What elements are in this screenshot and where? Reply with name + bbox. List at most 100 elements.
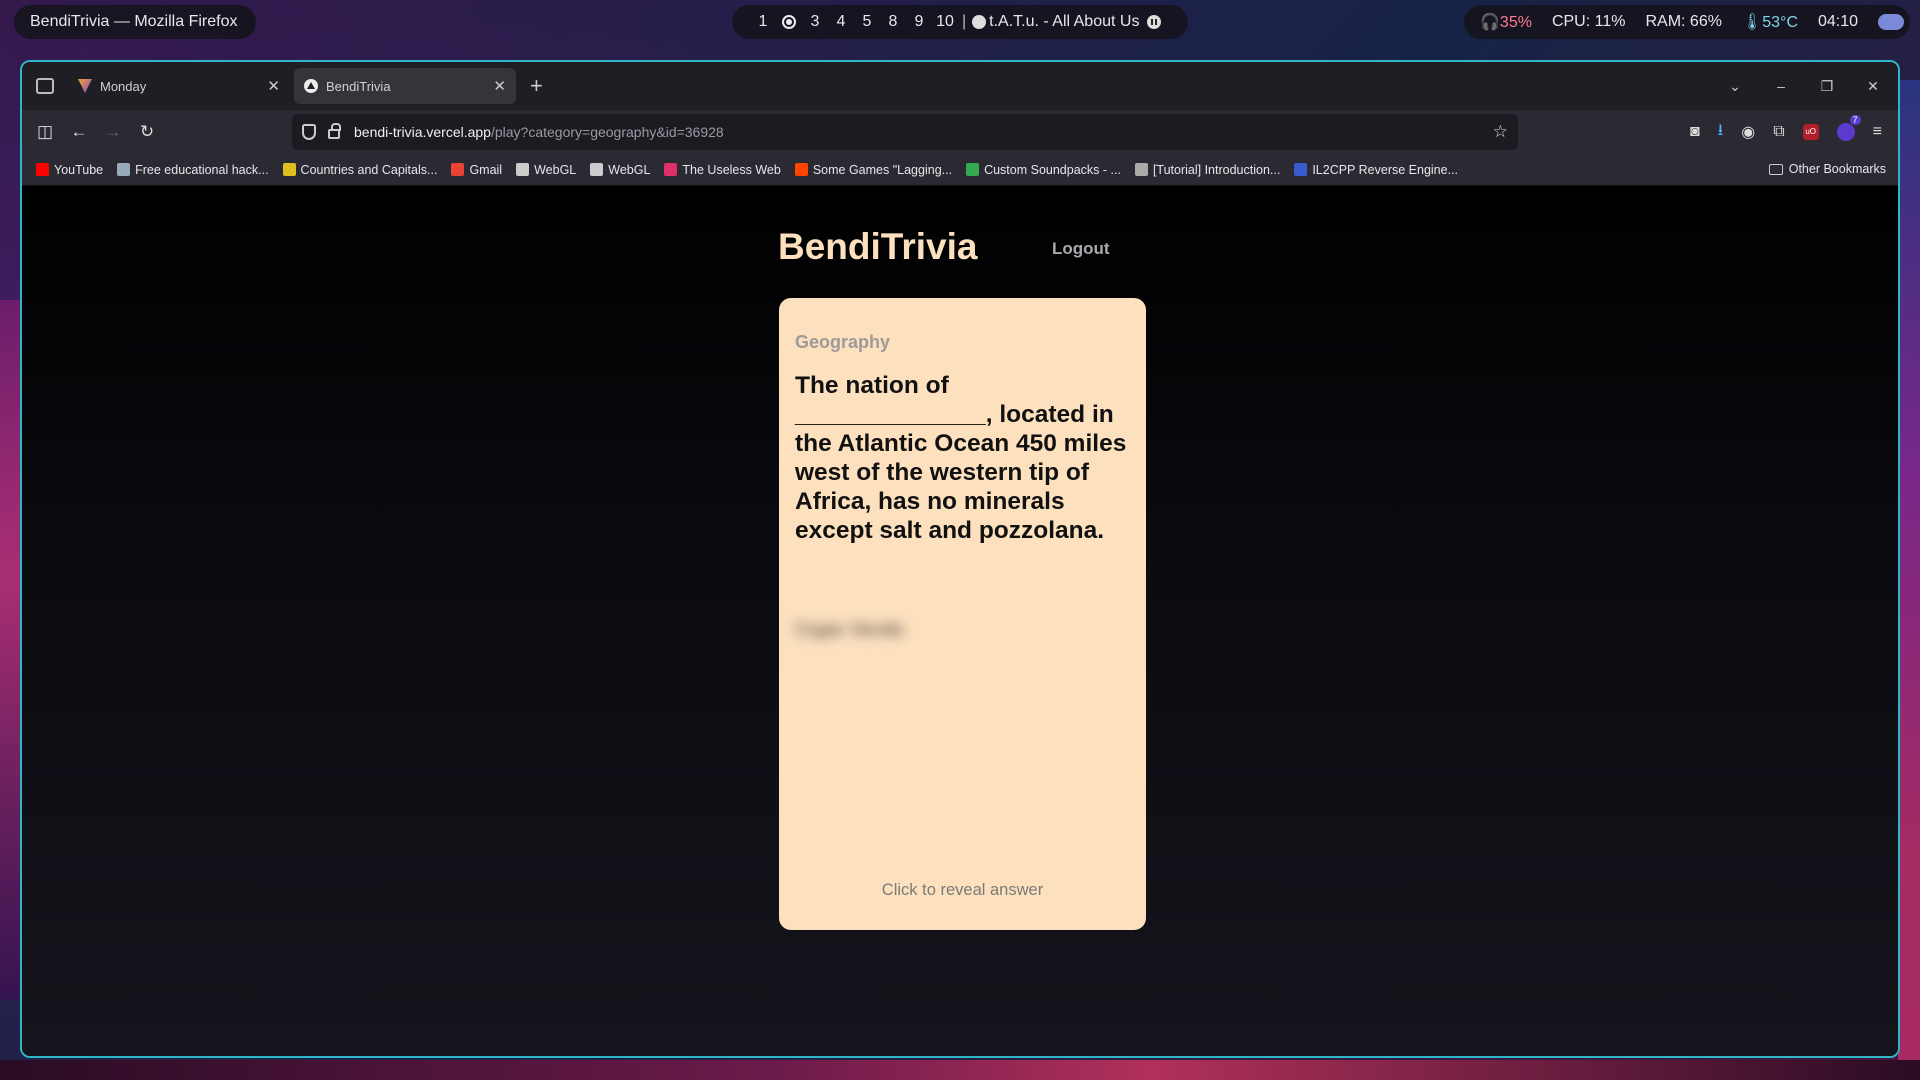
bookmark-favicon-icon [282,163,296,176]
active-window-title: BendiTrivia — Mozilla Firefox [14,5,256,39]
site-title[interactable]: BendiTrivia [778,226,977,268]
blurred-answer: Cape Verde [795,619,904,641]
reveal-answer-hint[interactable]: Click to reveal answer [779,881,1146,900]
bookmark-label: [Tutorial] Introduction... [1152,162,1281,177]
bookmark-item[interactable]: [Tutorial] Introduction... [1134,162,1281,177]
pocket-icon[interactable]: ◙ [1690,123,1700,141]
navigation-bar: ◫ ← → ↻ bendi-trivia.vercel.app/play?cat… [22,110,1898,154]
headphones-volume[interactable]: 🎧35% [1480,12,1532,32]
bookmark-item[interactable]: WebGL [516,163,576,177]
bookmark-item[interactable]: Gmail [451,163,502,177]
lock-icon[interactable] [328,123,341,139]
trivia-card[interactable]: Geography The nation of ______________, … [779,298,1146,930]
folder-icon [1768,163,1783,175]
thermometer-icon: 🌡 [1741,14,1763,31]
workspace-8[interactable]: 8 [880,13,906,31]
workspace-4[interactable]: 4 [828,13,854,31]
bookmark-item[interactable]: The Useless Web [664,162,781,177]
bookmark-favicon-icon [794,163,808,176]
spotify-icon [972,15,987,29]
close-window-icon[interactable]: ✕ [1864,78,1882,95]
account-icon[interactable]: ◉ [1741,122,1755,142]
bookmark-item[interactable]: Countries and Capitals... [282,162,438,177]
url-bar[interactable]: bendi-trivia.vercel.app/play?category=ge… [292,114,1518,150]
bookmark-label: WebGL [608,162,651,177]
cpu-usage: CPU: 11% [1551,13,1626,30]
bookmark-star-icon[interactable]: ☆ [1493,122,1508,142]
vercel-favicon-icon [304,79,318,93]
bookmarks-toolbar: YouTube Free educational hack... Countries… [22,154,1898,186]
ublock-origin-icon[interactable]: uO [1802,124,1819,140]
chevron-down-icon[interactable]: ⌄ [1726,78,1744,95]
bookmark-label: Countries and Capitals... [300,162,438,177]
workspace-switcher: 1 3 4 5 8 9 10 | t.A.T.u. - All About Us [732,5,1188,39]
new-tab-plus-icon[interactable]: + [530,73,543,99]
monday-favicon-icon [78,79,92,93]
bookmark-item[interactable]: WebGL [590,163,650,177]
sidebar-toggle-icon[interactable]: ◫ [28,122,62,142]
reload-icon[interactable]: ↻ [130,122,164,142]
other-bookmarks[interactable]: Other Bookmarks [1768,162,1886,176]
ram-usage: RAM: 66% [1645,13,1722,30]
bookmark-item[interactable]: Free educational hack... [117,162,269,177]
tab-list-icon[interactable] [36,78,54,94]
extensions-puzzle-icon[interactable]: ⧉ [1773,123,1784,141]
bookmark-label: Custom Soundpacks - ... [984,162,1121,177]
restore-icon[interactable]: ❐ [1818,78,1836,95]
workspace-1[interactable]: 1 [750,13,776,31]
bookmark-label: The Useless Web [682,162,781,177]
logout-button[interactable]: Logout [1052,239,1110,259]
temperature: 🌡53°C [1742,12,1798,32]
bookmark-label: WebGL [534,162,577,177]
bookmark-item[interactable]: Some Games "Lagging... [794,163,952,177]
hamburger-menu-icon[interactable]: ≡ [1873,123,1882,141]
discord-icon[interactable] [1878,14,1905,30]
tab-label: BendiTrivia [326,78,391,94]
bookmark-item[interactable]: Custom Soundpacks - ... [966,163,1121,177]
workspace-3[interactable]: 3 [802,13,828,31]
desktop-top-bar: BendiTrivia — Mozilla Firefox 1 3 4 5 8 … [0,0,1920,42]
workspace-9[interactable]: 9 [906,13,932,31]
wallpaper-glow-right [1898,80,1920,1060]
volume-value: 35% [1499,14,1532,31]
back-arrow-icon[interactable]: ← [62,122,96,142]
toolbar-extensions: ◙ ⭳ ◉ ⧉ uO ≡ [1690,110,1898,154]
tab-monday[interactable]: Monday ✕ [68,68,290,104]
url-host: bendi-trivia.vercel.app [354,124,491,140]
workspace-active-indicator[interactable] [782,15,796,29]
system-status: 🎧35% CPU: 11% RAM: 66% 🌡53°C 04:10 [1464,5,1910,39]
card-category: Geography [795,332,891,352]
other-bookmarks-label: Other Bookmarks [1788,162,1886,176]
bookmark-item[interactable]: YouTube [36,163,103,177]
workspace-10[interactable]: 10 [932,13,958,31]
bookmark-item[interactable]: IL2CPP Reverse Engine... [1294,163,1458,177]
close-icon[interactable]: ✕ [493,77,506,95]
firefox-window: Monday ✕ BendiTrivia ✕ + ⌄ – ❐ ✕ ◫ ← → ↻… [20,60,1900,1058]
minimize-icon[interactable]: – [1772,78,1790,94]
bookmark-label: Free educational hack... [135,162,269,177]
window-controls: ⌄ – ❐ ✕ [1726,62,1898,110]
close-icon[interactable]: ✕ [267,77,280,95]
tracking-shield-icon[interactable] [302,124,316,140]
clock[interactable]: 04:10 [1818,13,1858,31]
bookmark-favicon-icon [451,163,465,176]
extension-badge-icon[interactable] [1836,115,1861,141]
bookmark-favicon-icon [1294,163,1308,176]
bookmark-favicon-icon [1134,163,1148,176]
download-icon[interactable]: ⭳ [1718,119,1724,146]
window-title-text: BendiTrivia — Mozilla Firefox [30,13,238,30]
now-playing[interactable]: t.A.T.u. - All About Us [989,13,1139,31]
divider: | [962,13,967,30]
bookmark-label: Gmail [469,162,503,177]
bookmark-favicon-icon [590,163,604,176]
forward-arrow-icon[interactable]: → [96,122,130,142]
pause-icon[interactable] [1147,15,1162,29]
url-path: /play?category=geography&id=36928 [490,124,724,140]
workspace-5[interactable]: 5 [854,13,880,31]
tab-label: Monday [100,78,147,94]
bookmark-favicon-icon [117,163,131,176]
tab-benditrivia[interactable]: BendiTrivia ✕ [294,68,516,104]
bookmark-label: IL2CPP Reverse Engine... [1312,162,1458,177]
card-question: The nation of ______________, located in… [795,372,1127,544]
bookmark-favicon-icon [516,163,530,176]
